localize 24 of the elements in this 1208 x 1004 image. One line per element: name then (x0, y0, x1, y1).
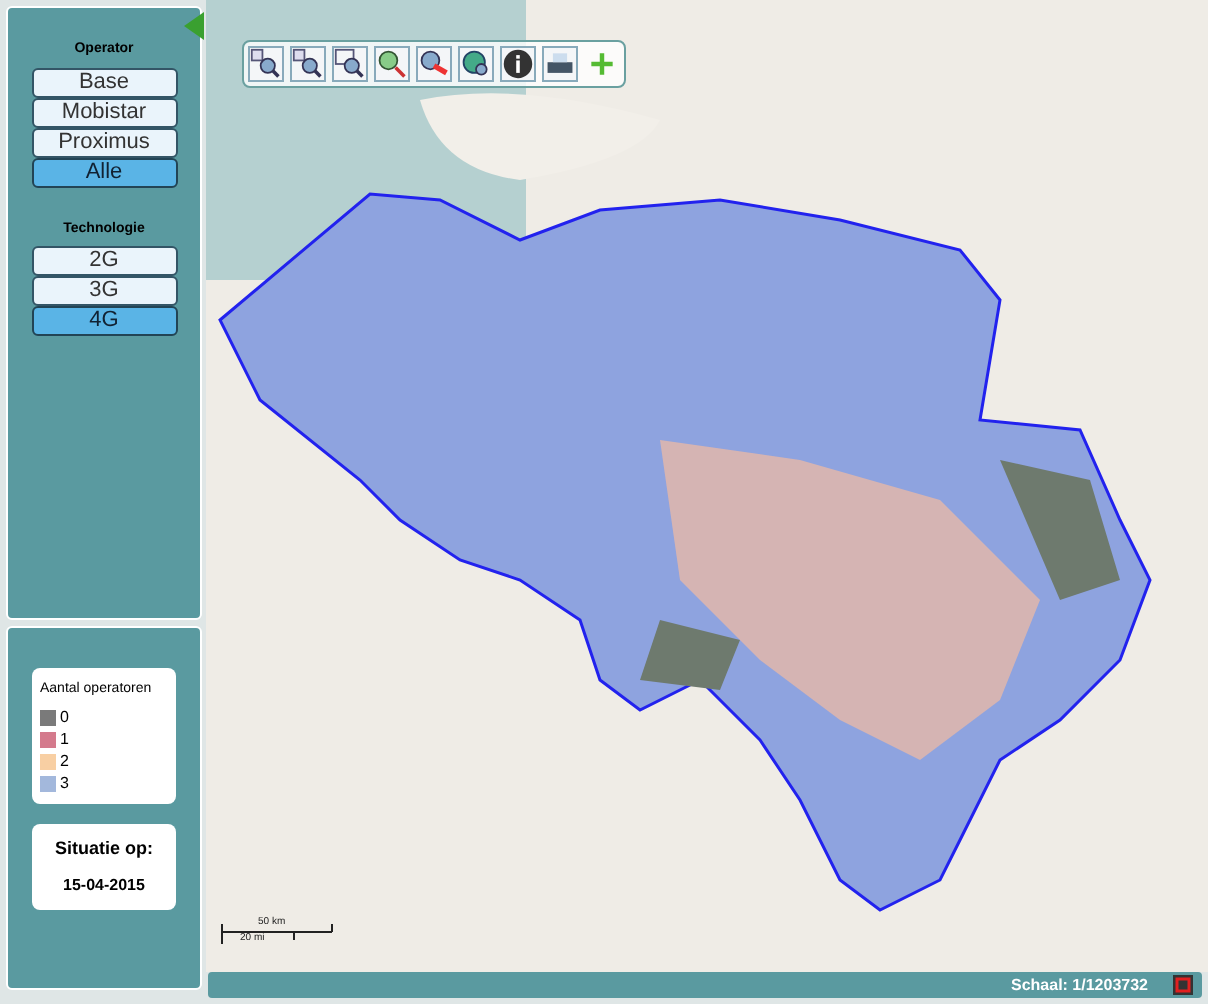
toggle-button[interactable]: Proximus (31, 127, 177, 157)
date-value: 15-04-2015 (63, 874, 145, 898)
magnifier-icon[interactable] (374, 46, 410, 82)
magnifier-icon[interactable] (416, 46, 452, 82)
fullscreen-icon[interactable] (1172, 974, 1194, 996)
toggle-button[interactable]: 3G (31, 276, 177, 306)
toggle-button[interactable]: Base (31, 67, 177, 97)
toggle-button[interactable]: 4G (31, 306, 177, 336)
info-icon[interactable] (500, 46, 536, 82)
legend-label: 2 (60, 753, 69, 769)
globe-icon[interactable] (458, 46, 494, 82)
zoom-in-icon[interactable] (248, 46, 284, 82)
zoom-out-icon[interactable] (290, 46, 326, 82)
toggle-button[interactable]: Alle (31, 157, 177, 187)
printer-icon[interactable] (542, 46, 578, 82)
legend-label: 3 (60, 775, 69, 791)
legend-label: 0 (60, 709, 69, 725)
date-title: Situatie op: (55, 835, 153, 862)
scale-bar-icon (220, 920, 336, 948)
toggle-button[interactable]: Mobistar (31, 97, 177, 127)
toggle-button[interactable]: 2G (31, 246, 177, 276)
legend-label: 1 (60, 731, 69, 747)
zoom-box-icon[interactable] (332, 46, 368, 82)
scale-text: Schaal: 1/1203732 (1011, 973, 1148, 997)
